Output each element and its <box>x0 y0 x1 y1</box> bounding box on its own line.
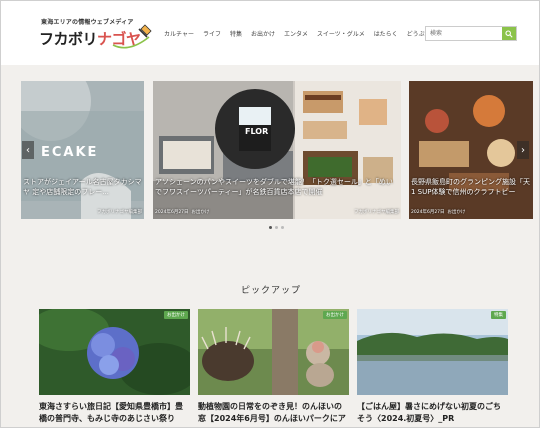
slider-dot[interactable] <box>275 226 278 229</box>
slide-meta-left: 2024年6月27日 お出かけ <box>411 209 465 215</box>
card-title[interactable]: 【ごはん屋】暑さにめげない初夏のごちそう〈2024.初夏号〉_PR <box>357 401 508 424</box>
slide-date: 2024年6月27日 <box>155 210 189 215</box>
page: 東海エリアの情報ウェブメディア フカボリナゴヤ カルチャー ライフ 特集 お出か… <box>0 0 540 428</box>
slider-prev-button[interactable]: ‹ <box>22 141 34 159</box>
logo-prefix: フカボリ <box>39 30 98 48</box>
slide-category: お出かけ <box>447 210 466 215</box>
chevron-right-icon: › <box>521 144 525 156</box>
slide-caption: 長野県飯島町のグランピング施設「天 1 SUP体験で信州のクラフトビー <box>411 178 530 196</box>
nav-life[interactable]: ライフ <box>203 29 221 38</box>
nav-feature[interactable]: 特集 <box>230 29 242 38</box>
site-logo[interactable]: 東海エリアの情報ウェブメディア フカボリナゴヤ <box>39 15 159 55</box>
slider-dot[interactable] <box>269 226 272 229</box>
search-box <box>425 26 517 41</box>
slide-card[interactable]: ECAKE ストアがジェイアール名古屋タカシマヤ 定や店舗限定のフレー... フ… <box>21 81 144 219</box>
category-badge: 特集 <box>491 311 506 319</box>
slider-dots <box>269 226 284 229</box>
card-image: 特集 <box>357 309 508 395</box>
slider-next-button[interactable]: › <box>517 141 529 159</box>
slide-caption: アソシェーンのパンやスイーツをダブルで堪能！「トク選セール」と「めいでフワスイー… <box>155 178 393 196</box>
nav-culture[interactable]: カルチャー <box>164 29 194 38</box>
card-image: お出かけ <box>39 309 190 395</box>
slide-card[interactable]: FLOR アソシェーンのパンやスイーツをダブルで堪能！「トク選セール」と「めいで… <box>153 81 401 219</box>
slide-meta: 2024年6月27日 お出かけ <box>409 209 533 215</box>
nav-entertainment[interactable]: エンタメ <box>284 29 308 38</box>
slide-caption: ストアがジェイアール名古屋タカシマヤ 定や店舗限定のフレー... <box>23 178 142 196</box>
zoo-image <box>198 309 349 395</box>
category-badge: お出かけ <box>323 311 347 319</box>
pickup-cards: お出かけ 東海さすらい旅日記【愛知県豊橋市】豊橋の普門寺、もみじ寺のあじさい祭り… <box>39 309 509 427</box>
pickup-heading: ピックアップ <box>240 286 301 296</box>
site-header: 東海エリアの情報ウェブメディア フカボリナゴヤ カルチャー ライフ 特集 お出か… <box>1 1 539 65</box>
card-image: お出かけ <box>198 309 349 395</box>
slide-image <box>153 81 401 219</box>
card-title[interactable]: 東海さすらい旅日記【愛知県豊橋市】豊橋の普門寺、もみじ寺のあじさい祭り <box>39 401 190 424</box>
nav-work[interactable]: はたらく <box>374 29 398 38</box>
search-button[interactable] <box>502 27 516 40</box>
slide-image <box>409 81 533 219</box>
slide-card[interactable]: 長野県飯島町のグランピング施設「天 1 SUP体験で信州のクラフトビー 2024… <box>409 81 533 219</box>
nav-sweets-gourmet[interactable]: スイーツ・グルメ <box>317 29 365 38</box>
hydrangea-image <box>39 309 190 395</box>
shovel-icon <box>112 24 152 49</box>
slide-date: 2024年6月27日 <box>411 210 445 215</box>
article-card[interactable]: お出かけ 東海さすらい旅日記【愛知県豊橋市】豊橋の普門寺、もみじ寺のあじさい祭り <box>39 309 190 424</box>
card-title[interactable]: 動植物園の日常をのぞき見！のんほいの窓【2024年6月号】のんほいパークにア <box>198 401 349 424</box>
slider-dot[interactable] <box>281 226 284 229</box>
slide-author: フカボリナゴヤ編集部 <box>97 210 142 215</box>
slide-meta-left: 2024年6月27日 お出かけ <box>155 209 209 215</box>
lake-image <box>357 309 508 395</box>
search-input[interactable] <box>426 27 502 40</box>
slide-category: お出かけ <box>191 210 210 215</box>
slide-overlay-text: ECAKE <box>41 145 99 160</box>
slide-author: フカボリナゴヤ編集部 <box>354 210 399 215</box>
slide-sign: FLOR <box>245 127 269 136</box>
slide-meta: 2024年6月27日 お出かけ フカボリナゴヤ編集部 <box>153 209 401 215</box>
article-card[interactable]: 特集 【ごはん屋】暑さにめげない初夏のごちそう〈2024.初夏号〉_PR <box>357 309 508 424</box>
slide-meta: フカボリナゴヤ編集部 <box>21 209 144 215</box>
article-card[interactable]: お出かけ 動植物園の日常をのぞき見！のんほいの窓【2024年6月号】のんほいパー… <box>198 309 349 424</box>
featured-slider: ECAKE ストアがジェイアール名古屋タカシマヤ 定や店舗限定のフレー... フ… <box>1 73 539 241</box>
search-icon <box>505 29 513 38</box>
chevron-left-icon: ‹ <box>26 144 30 156</box>
nav-outing[interactable]: お出かけ <box>251 29 275 38</box>
category-badge: お出かけ <box>164 311 188 319</box>
main-nav: カルチャー ライフ 特集 お出かけ エンタメ スイーツ・グルメ はたらく どうぶ… <box>164 29 440 38</box>
